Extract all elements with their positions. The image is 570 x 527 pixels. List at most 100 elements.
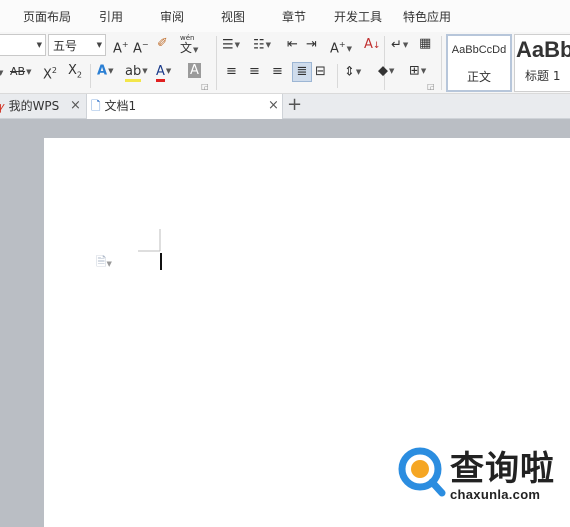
font-name-select[interactable]: ▼	[0, 34, 46, 56]
subscript-mark: 2	[76, 70, 82, 80]
text-cursor	[160, 253, 162, 270]
document-icon: 🗋	[91, 99, 101, 113]
font-size-value: 五号	[53, 39, 78, 53]
paragraph-dialog-launcher[interactable]: ◲	[427, 82, 435, 91]
shading-button[interactable]: ◆▼	[378, 62, 394, 81]
font-size-select[interactable]: 五号 ▼	[48, 34, 106, 56]
menu-chapter[interactable]: 章节	[282, 8, 306, 25]
chevron-down-icon: ▼	[0, 69, 4, 77]
subscript-button[interactable]: X2	[68, 62, 82, 85]
chevron-down-icon: ▼	[36, 41, 42, 49]
style-name: 正文	[466, 70, 491, 84]
shrink-font-button[interactable]: A−	[133, 36, 149, 58]
phonetic-char: 文	[180, 41, 193, 55]
chevron-down-icon: ▼	[355, 68, 362, 76]
chevron-down-icon: ▼	[142, 67, 148, 75]
distributed-align-icon[interactable]: ⊟	[315, 63, 326, 81]
font-dialog-launcher[interactable]: ◲	[201, 82, 209, 91]
chevron-down-icon: ▼	[193, 45, 199, 54]
font-color-label: A	[156, 63, 165, 82]
menu-bar: 页面布局 引用 审阅 视图 章节 开发工具 特色应用	[0, 0, 570, 32]
highlighter-icon: ab	[125, 63, 142, 82]
watermark-logo: 查询啦 chaxunla.com	[396, 441, 570, 511]
text-direction-label: A	[330, 41, 339, 57]
numbered-list-icon: ☷	[253, 37, 265, 53]
chevron-down-icon: ▼	[108, 67, 114, 75]
divider	[337, 64, 338, 88]
watermark-url: chaxunla.com	[450, 487, 541, 502]
char-shading-button[interactable]: A	[188, 62, 201, 80]
chevron-down-icon: ▼	[420, 67, 427, 75]
text-direction-button[interactable]: A+▼	[330, 36, 352, 58]
shrink-font-label: A	[133, 41, 142, 57]
tab-my-wps[interactable]: ꝩ 我的WPS ×	[0, 94, 86, 119]
chevron-down-icon: ▼	[389, 67, 395, 75]
menu-view[interactable]: 视图	[221, 8, 245, 25]
style-normal[interactable]: AaBbCcDd 正文	[446, 34, 512, 92]
eraser-icon[interactable]: ✐	[157, 35, 168, 53]
line-spacing-icon: ⇕	[344, 64, 355, 80]
tab-label: 文档1	[104, 99, 137, 113]
paragraph-mark-icon: ↵	[391, 37, 402, 53]
close-icon[interactable]: ×	[268, 94, 279, 118]
justify-icon[interactable]: ≣	[292, 62, 312, 82]
highlight-button[interactable]: ab▼	[125, 62, 148, 82]
menu-review[interactable]: 审阅	[160, 8, 184, 25]
char-shading-label: A	[188, 63, 201, 78]
bullet-list-icon: ☰	[222, 37, 234, 53]
wps-logo-icon: ꝩ	[0, 100, 5, 113]
watermark-brand: 查询啦	[450, 449, 555, 489]
border-icon: ⊞	[409, 63, 420, 79]
tab-document-1[interactable]: 🗋 文档1 ×	[86, 94, 283, 119]
line-spacing-button[interactable]: ⇕▼	[344, 63, 361, 82]
phonetic-guide-button[interactable]: wén 文▼	[180, 33, 198, 55]
ribbon-toolbar: ▼ 五号 ▼ A+ A− ✐ wén 文▼ ☰▼ ☷▼ ⇤ ⇥ A+▼ A↓ ↵…	[0, 32, 570, 94]
tab-label: 我的WPS	[8, 99, 60, 113]
bullet-list-button[interactable]: ☰▼	[222, 36, 240, 55]
chevron-down-icon: ▼	[165, 67, 172, 75]
chevron-down-icon: ▼	[96, 41, 102, 49]
chevron-down-icon: ▼	[26, 68, 32, 76]
magnifier-logo-icon	[398, 447, 446, 497]
style-heading-1[interactable]: AaBb 标题 1	[514, 34, 570, 92]
align-right-icon[interactable]: ≡	[272, 63, 283, 81]
sort-label: A	[364, 37, 373, 52]
superscript-label: X	[43, 67, 52, 83]
new-tab-button[interactable]: +	[287, 94, 302, 119]
divider	[90, 64, 91, 88]
chevron-down-icon: ▼	[234, 41, 241, 49]
border-button[interactable]: ⊞▼	[409, 62, 426, 81]
text-effect-label: A	[97, 63, 108, 79]
close-icon[interactable]: ×	[70, 94, 81, 118]
menu-special[interactable]: 特色应用	[403, 8, 451, 25]
divider	[216, 64, 217, 88]
show-marks-button[interactable]: ↵▼	[391, 36, 408, 55]
chevron-down-icon: ▼	[346, 44, 352, 53]
menu-page-layout[interactable]: 页面布局	[23, 8, 71, 25]
superscript-mark: 2	[51, 66, 57, 75]
strikethrough-button[interactable]: AB▼	[10, 63, 31, 81]
divider	[441, 36, 442, 90]
strikethrough-label: AB	[10, 65, 26, 78]
menu-references[interactable]: 引用	[99, 8, 123, 25]
superscript-button[interactable]: X2	[43, 62, 57, 84]
grow-font-button[interactable]: A+	[113, 36, 129, 58]
paste-options-icon[interactable]: 🗎▼	[96, 253, 112, 275]
document-tab-bar: ꝩ 我的WPS × 🗋 文档1 × +	[0, 94, 570, 119]
font-color-button[interactable]: A▼	[156, 62, 172, 82]
chevron-down-icon: ▼	[402, 41, 409, 49]
numbered-list-button[interactable]: ☷▼	[253, 36, 271, 55]
underline-dropdown[interactable]: ▼	[0, 64, 3, 83]
decrease-indent-icon[interactable]: ⇤	[287, 36, 298, 54]
text-effect-button[interactable]: A▼	[97, 62, 113, 81]
align-left-icon[interactable]: ≡	[226, 63, 237, 81]
sort-button[interactable]: A↓	[364, 36, 380, 55]
style-sample: AaBb	[516, 37, 570, 62]
table-icon[interactable]: ▦	[419, 35, 431, 53]
menu-developer[interactable]: 开发工具	[334, 8, 382, 25]
subscript-label: X	[68, 63, 77, 78]
increase-indent-icon[interactable]: ⇥	[306, 36, 317, 54]
paint-bucket-icon: ◆	[378, 63, 388, 79]
align-center-icon[interactable]: ≡	[249, 63, 260, 81]
style-name: 标题 1	[525, 69, 561, 83]
